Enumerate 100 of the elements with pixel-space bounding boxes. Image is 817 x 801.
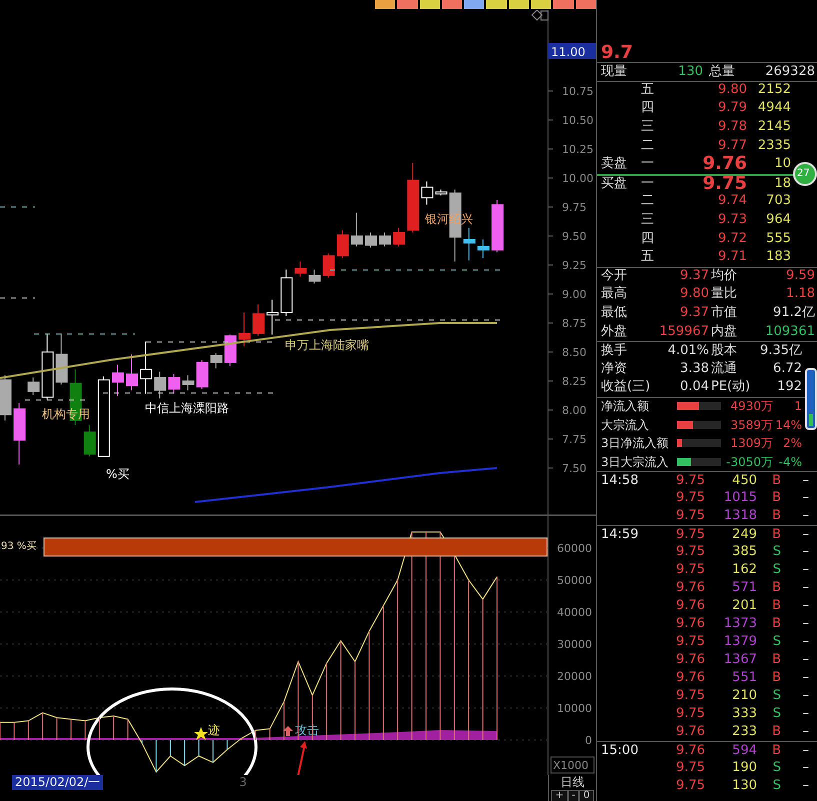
trade-side: B	[771, 507, 781, 526]
drop-line	[226, 740, 228, 750]
current-price-label: 11.00	[548, 43, 596, 59]
trade-price: 9.75	[675, 561, 705, 580]
flow-amount: 1309万	[729, 435, 773, 452]
meter-widget[interactable]	[805, 368, 817, 430]
axis-label: 60000	[557, 542, 592, 555]
order-price: 9.75	[702, 174, 747, 193]
field-label: 3日净流入额	[601, 435, 670, 452]
candle	[252, 304, 265, 336]
candle	[294, 261, 307, 278]
trade-time: 14:58	[601, 472, 640, 490]
level-label: 二	[641, 136, 655, 155]
drop-line	[42, 712, 44, 740]
candle	[84, 424, 96, 457]
trade-side: S	[772, 777, 781, 796]
candle	[266, 299, 279, 336]
trade-dash-text: –	[802, 687, 810, 706]
order-volume: 183	[765, 248, 791, 266]
axis-label: 8.50	[562, 346, 586, 359]
menu-tab[interactable]	[442, 0, 462, 9]
drop-line	[98, 717, 100, 740]
flow-percent: 1	[793, 398, 802, 416]
candle	[336, 230, 349, 259]
drop-line	[212, 740, 214, 763]
order-price: 9.80	[717, 81, 747, 100]
field-value: 3.38	[679, 360, 709, 378]
candle	[280, 269, 293, 317]
field-label: 股本	[711, 342, 738, 360]
candle	[364, 232, 377, 248]
trade-price: 9.75	[675, 687, 705, 706]
drop-line	[56, 717, 58, 740]
drop-line	[184, 740, 186, 766]
order-volume: 2145	[756, 118, 791, 136]
current-price: 9.7	[601, 44, 633, 62]
side-label: 买盘	[601, 174, 628, 193]
drop-line	[28, 720, 29, 740]
field-label: 3日大宗流入	[601, 454, 670, 471]
candle	[126, 354, 138, 391]
flow-percent: 14%	[774, 416, 802, 434]
trade-volume: 450	[731, 472, 757, 490]
trade-volume: 385	[731, 543, 757, 562]
zoom-button[interactable]: 0	[579, 790, 594, 801]
menu-tab[interactable]	[508, 0, 530, 9]
field-label: PE(动)	[711, 378, 752, 396]
arrow-icon	[297, 741, 307, 775]
candle	[322, 252, 335, 278]
trade-price: 9.76	[675, 742, 705, 760]
trade-side: S	[772, 543, 781, 562]
band-label: 93 %买	[1, 541, 36, 552]
drop-line	[156, 740, 157, 772]
trade-price: 9.75	[675, 507, 705, 526]
candle	[463, 227, 476, 261]
candle	[168, 374, 180, 394]
trade-volume: 551	[731, 669, 757, 688]
trade-dash-text: –	[802, 526, 810, 544]
trade-price: 9.75	[675, 633, 705, 652]
menu-tab[interactable]	[576, 0, 596, 9]
candle	[407, 162, 420, 233]
zoom-button[interactable]: +	[551, 790, 568, 801]
candle	[492, 200, 504, 253]
flow-amount: -3050万	[725, 454, 773, 471]
menu-tab[interactable]	[531, 0, 552, 9]
trade-side: B	[771, 579, 781, 598]
trade-volume: 210	[731, 687, 757, 706]
axis-label: 8.25	[562, 375, 586, 388]
axis-label: 10.50	[562, 114, 594, 127]
zoom-button[interactable]: -	[568, 790, 580, 801]
field-label: 净流入额	[601, 398, 650, 416]
field-value: 91.2亿	[772, 304, 815, 322]
trade-price: 9.76	[675, 651, 705, 670]
field-label: 总量	[709, 62, 736, 81]
candle	[56, 332, 68, 385]
trade-price: 9.75	[675, 489, 705, 508]
field-value: 6.72	[772, 360, 802, 378]
candle	[210, 352, 222, 369]
axis-label: 10.25	[562, 142, 594, 156]
axis-label: 9.75	[562, 201, 586, 214]
trade-side: B	[771, 472, 781, 490]
trade-side: S	[772, 561, 781, 580]
field-label: 今开	[601, 267, 628, 286]
candle	[393, 227, 406, 247]
field-label: 净资	[601, 360, 628, 378]
level-label: 五	[641, 81, 655, 100]
axis-label: 9.50	[562, 230, 586, 243]
order-volume: 555	[765, 230, 791, 248]
field-label: 外盘	[601, 322, 628, 341]
drop-line	[113, 716, 114, 740]
trade-volume: 333	[731, 705, 757, 724]
trade-time: 15:00	[601, 742, 640, 760]
menu-tab[interactable]	[375, 0, 396, 9]
flow-percent: -4%	[778, 454, 802, 471]
axis-tick: 3	[239, 775, 247, 790]
level-label: 一	[641, 174, 655, 193]
menu-tab[interactable]	[420, 0, 440, 9]
axis-label: 8.00	[562, 404, 586, 417]
candle	[224, 334, 236, 366]
axis-label: 7.75	[562, 433, 586, 446]
menu-tab[interactable]	[464, 0, 484, 9]
axis-label: 10.00	[562, 172, 594, 185]
